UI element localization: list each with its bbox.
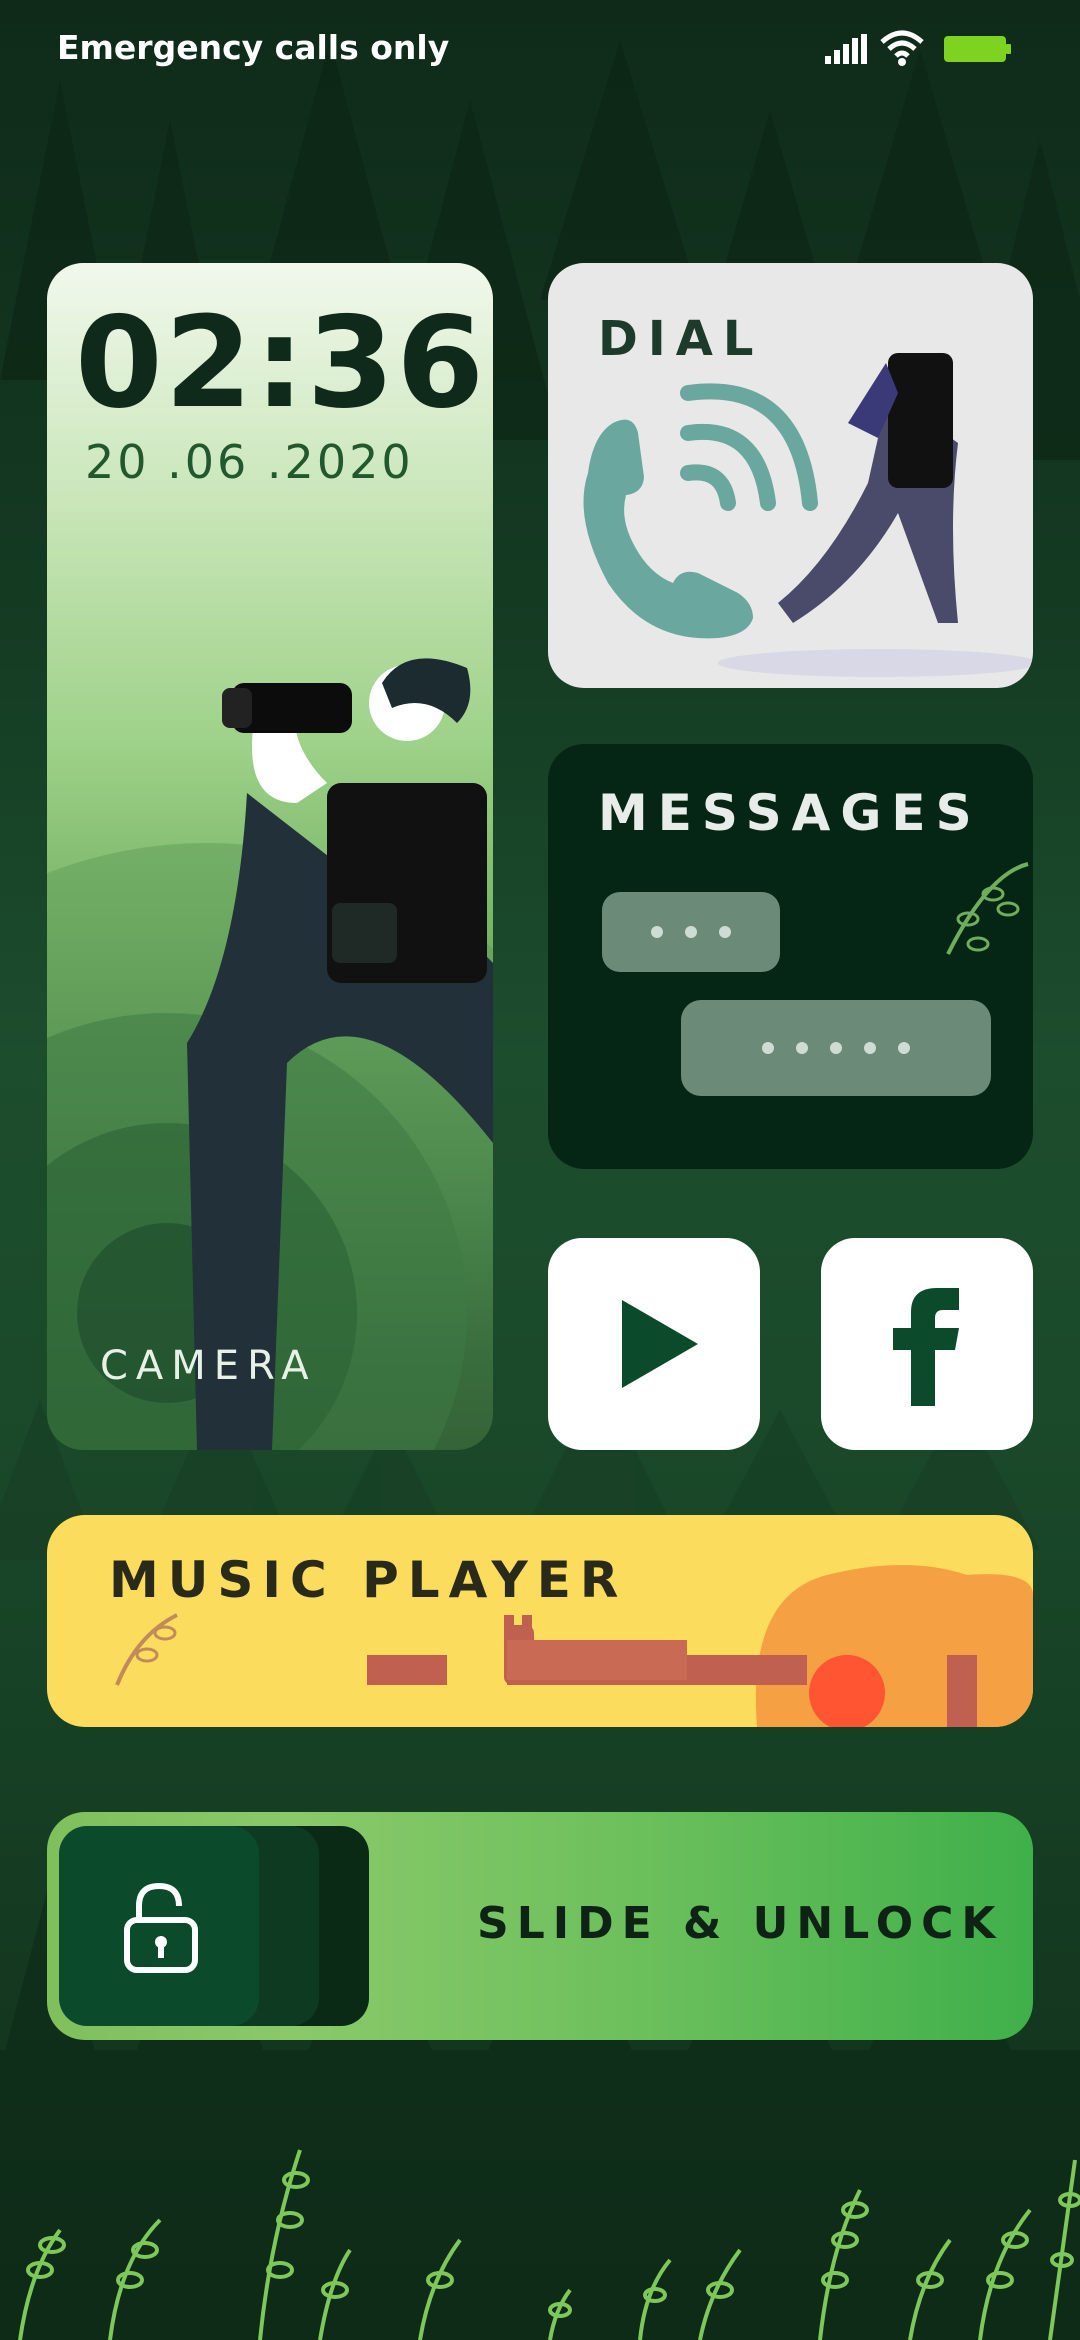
battery-icon: [944, 36, 1011, 62]
carrier-text: Emergency calls only: [57, 28, 450, 67]
status-bar: Emergency calls only: [0, 0, 1080, 100]
signal-icon: [825, 34, 867, 64]
unlock-label: SLIDE & UNLOCK: [477, 1898, 1004, 1949]
facebook-icon: [893, 1288, 959, 1406]
camera-label: CAMERA: [100, 1343, 317, 1389]
dial-widget[interactable]: DIAL: [548, 263, 1033, 688]
clock-date: 20 .06 .2020: [85, 435, 414, 489]
phone-icon: [583, 353, 1033, 677]
play-app-button[interactable]: [548, 1238, 760, 1450]
slide-unlock-bar[interactable]: SLIDE & UNLOCK: [47, 1812, 1033, 2040]
sprouts-decoration: [18, 2149, 1080, 2340]
play-icon: [622, 1300, 698, 1388]
camera-clock-widget[interactable]: 02:36 20 .06 .2020 CAMERA: [47, 263, 493, 1450]
messages-widget[interactable]: MESSAGES: [548, 744, 1033, 1169]
chat-bubble-outgoing: [681, 1000, 991, 1096]
unlock-icon: [124, 1882, 198, 1973]
unlock-handle[interactable]: [59, 1826, 369, 2026]
clock-time: 02:36: [75, 289, 487, 436]
wifi-icon: [880, 30, 924, 66]
guitar-icon: [115, 1565, 1033, 1727]
music-player-widget[interactable]: MUSIC PLAYER: [47, 1515, 1033, 1727]
facebook-app-button[interactable]: [821, 1238, 1033, 1450]
chat-bubble-incoming: [602, 892, 780, 972]
